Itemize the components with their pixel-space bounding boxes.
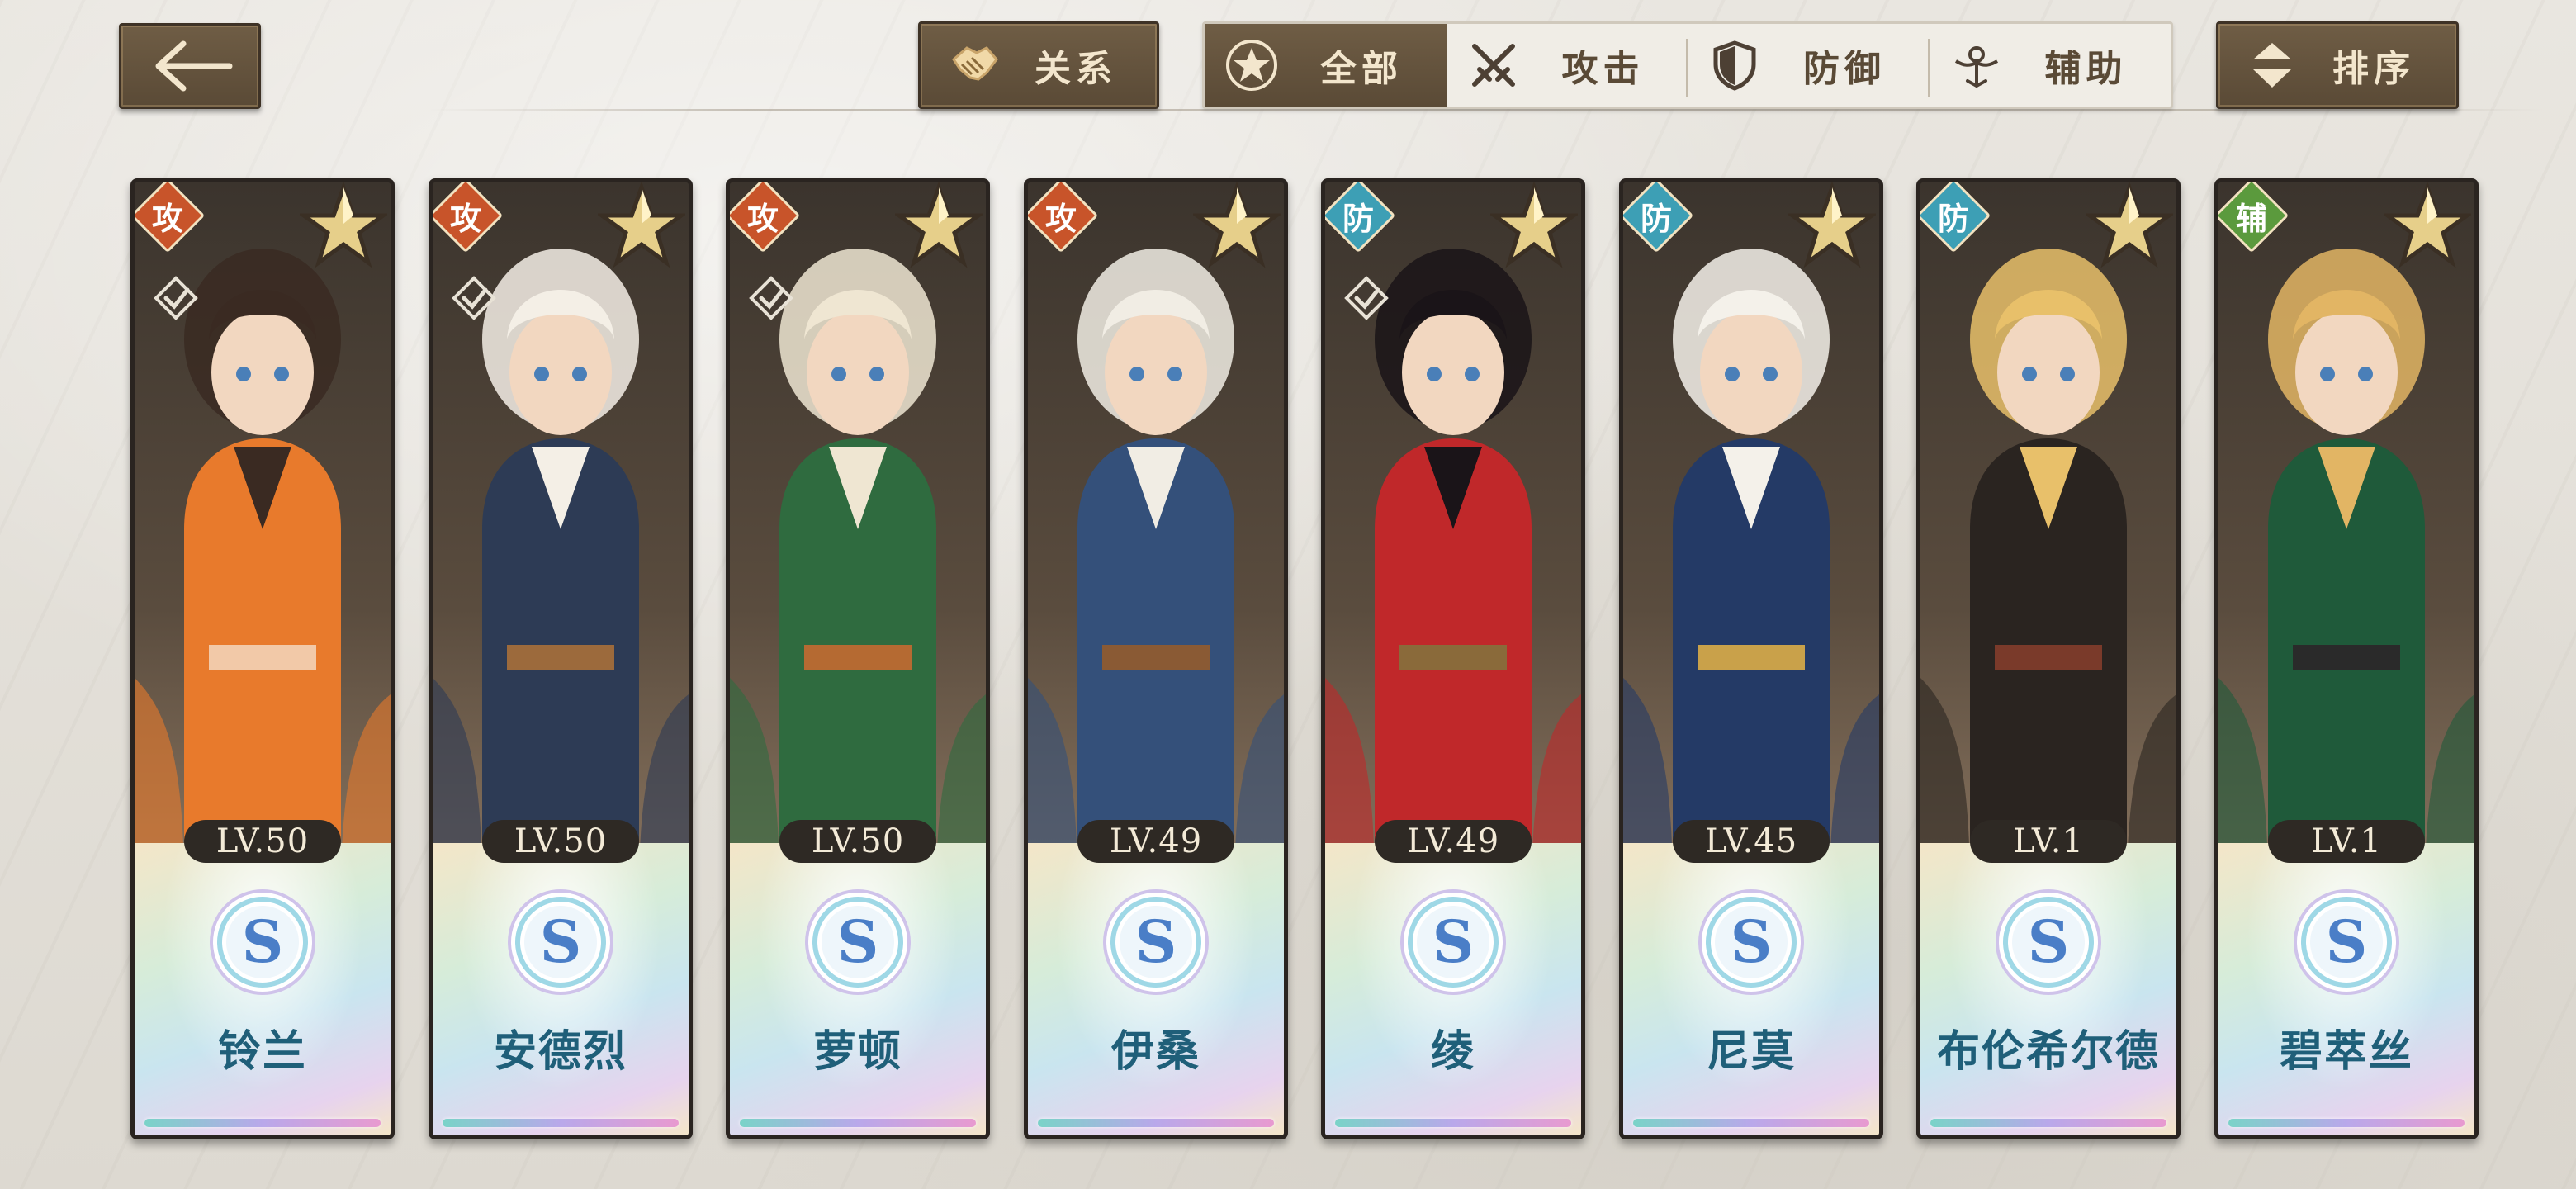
svg-text:S: S: [1135, 907, 1177, 976]
svg-text:S: S: [2028, 907, 2070, 976]
rarity-s-icon: S: [1698, 889, 1804, 995]
bond-link-icon: [452, 276, 496, 320]
progress-bar: [1038, 1119, 1274, 1127]
sort-label: 排序: [2332, 48, 2415, 90]
progress-bar: [740, 1119, 976, 1127]
progress-bar: [443, 1119, 679, 1127]
star-rank-icon: [2384, 182, 2471, 268]
tab-support-label: 辅助: [2044, 48, 2128, 90]
character-portrait: [1623, 182, 1879, 893]
tab-attack-label: 攻击: [1561, 48, 1645, 90]
rarity-s-icon: S: [1103, 889, 1209, 995]
star-rank-icon: [2086, 182, 2173, 268]
character-card[interactable]: 攻 LV.49 S 伊桑: [1024, 178, 1288, 1139]
level-label: LV.50: [482, 820, 639, 863]
character-card[interactable]: 防 LV.1 S 布伦希尔德: [1916, 178, 2181, 1139]
tab-all-label: 全部: [1320, 48, 1403, 90]
arrow-left-icon: [155, 40, 233, 92]
level-label: LV.50: [779, 820, 936, 863]
role-badge-label: 防: [1640, 199, 1672, 237]
role-badge-label: 辅: [2235, 199, 2267, 237]
svg-text:S: S: [242, 907, 284, 976]
rarity-s-icon: S: [805, 889, 911, 995]
level-label: LV.1: [2268, 820, 2425, 863]
bond-link-icon: [1344, 276, 1389, 320]
crossed-swords-icon: [1471, 44, 1515, 87]
sort-button[interactable]: 排序: [2216, 21, 2459, 109]
character-card[interactable]: 攻 LV.50 S 铃兰: [130, 178, 395, 1139]
star-rank-icon: [300, 182, 387, 268]
star-rank-icon: [895, 182, 983, 268]
back-button[interactable]: [119, 23, 261, 109]
svg-text:S: S: [2326, 907, 2368, 976]
role-badge-label: 攻: [746, 199, 779, 237]
progress-bar: [1930, 1119, 2166, 1127]
rarity-s-icon: S: [2294, 889, 2399, 995]
tab-all[interactable]: 全部: [1205, 24, 1447, 107]
character-portrait: [1920, 182, 2176, 893]
character-portrait: [1028, 182, 1284, 893]
level-label: LV.45: [1673, 820, 1830, 863]
character-name: 铃兰: [217, 1027, 307, 1077]
character-card[interactable]: 攻 LV.50 S 安德烈: [429, 178, 693, 1139]
role-badge-label: 攻: [1044, 199, 1077, 237]
character-card[interactable]: 防 LV.45 S 尼莫: [1619, 178, 1883, 1139]
character-name: 安德烈: [493, 1027, 627, 1077]
relation-button[interactable]: 关系: [918, 21, 1159, 109]
rarity-s-icon: S: [210, 889, 315, 995]
tab-attack[interactable]: 攻击: [1447, 24, 1688, 107]
level-label: LV.50: [184, 820, 341, 863]
svg-text:S: S: [1432, 907, 1475, 976]
tab-defense-label: 防御: [1803, 48, 1886, 90]
rarity-s-icon: S: [1400, 889, 1506, 995]
svg-text:S: S: [837, 907, 879, 976]
character-grid: 攻 LV.50 S 铃兰 攻 LV.50 S 安德烈 攻 LV.50 S 萝顿 攻 LV.49 S 伊桑 防 LV…: [130, 178, 2479, 1139]
svg-text:S: S: [540, 907, 582, 976]
level-label: LV.49: [1375, 820, 1532, 863]
rarity-s-icon: S: [508, 889, 613, 995]
character-name: 布伦希尔德: [1936, 1027, 2160, 1077]
header-divider: [429, 109, 2543, 111]
handshake-icon: [952, 46, 998, 81]
character-name: 绫: [1430, 1027, 1475, 1077]
star-rank-icon: [1490, 182, 1578, 268]
tab-support[interactable]: 辅助: [1930, 24, 2171, 107]
progress-bar: [1633, 1119, 1869, 1127]
role-badge-label: 攻: [151, 199, 183, 237]
support-icon: [1954, 46, 1998, 88]
progress-bar: [144, 1119, 381, 1127]
star-rank-icon: [1193, 182, 1281, 268]
role-badge-label: 防: [1937, 199, 1969, 237]
progress-bar: [1335, 1119, 1571, 1127]
character-name: 尼莫: [1706, 1027, 1796, 1077]
star-rank-icon: [1788, 182, 1876, 268]
tab-defense[interactable]: 防御: [1688, 24, 1930, 107]
role-badge-label: 防: [1342, 199, 1374, 237]
character-portrait: [2218, 182, 2474, 893]
svg-text:S: S: [1731, 907, 1773, 976]
character-card[interactable]: 防 LV.49 S 绫: [1321, 178, 1585, 1139]
star-icon: [1226, 40, 1277, 91]
role-badge-label: 攻: [449, 199, 481, 237]
bond-link-icon: [749, 276, 793, 320]
progress-bar: [2228, 1119, 2465, 1127]
level-label: LV.49: [1077, 820, 1234, 863]
sort-icon: [2253, 43, 2291, 88]
character-name: 碧萃丝: [2279, 1027, 2413, 1077]
shield-icon: [1713, 40, 1756, 91]
character-name: 伊桑: [1110, 1027, 1200, 1077]
character-card[interactable]: 攻 LV.50 S 萝顿: [726, 178, 990, 1139]
rarity-s-icon: S: [1996, 889, 2101, 995]
relation-label: 关系: [1035, 48, 1117, 90]
star-rank-icon: [598, 182, 685, 268]
bond-link-icon: [154, 276, 198, 320]
role-filter-tabs: 全部 攻击 防御 辅助: [1202, 21, 2173, 109]
character-name: 萝顿: [812, 1027, 902, 1077]
character-card[interactable]: 辅 LV.1 S 碧萃丝: [2214, 178, 2479, 1139]
level-label: LV.1: [1970, 820, 2127, 863]
